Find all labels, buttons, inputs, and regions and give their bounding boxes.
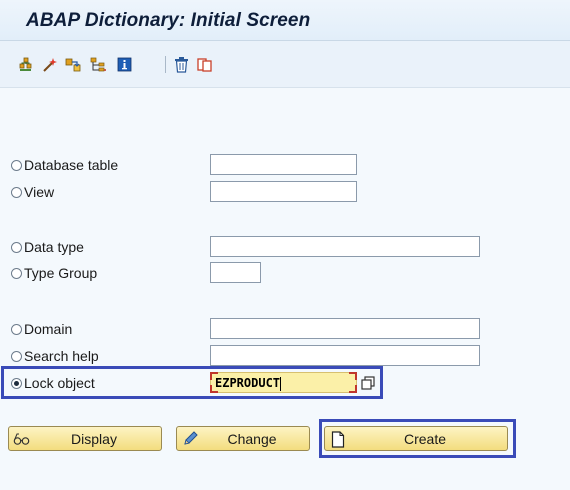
data-type-label: Data type <box>24 239 84 255</box>
domain-radio[interactable]: Domain <box>11 319 72 339</box>
radio-button[interactable] <box>11 350 22 362</box>
database-table-radio[interactable]: Database table <box>11 155 118 175</box>
create-button[interactable]: Create <box>324 426 508 451</box>
database-table-label: Database table <box>24 157 119 173</box>
text-cursor <box>280 376 282 391</box>
display-button[interactable]: Display <box>8 426 162 451</box>
domain-field[interactable] <box>210 318 480 339</box>
type-group-radio[interactable]: Type Group <box>11 263 97 283</box>
radio-button[interactable] <box>11 241 22 253</box>
object-list-icon[interactable] <box>17 55 35 73</box>
radio-button-selected[interactable] <box>11 377 22 389</box>
radio-button[interactable] <box>11 186 22 198</box>
required-marker <box>349 385 357 393</box>
where-used-icon[interactable] <box>64 55 82 73</box>
domain-label: Domain <box>24 321 73 337</box>
lock-object-radio[interactable]: Lock object <box>11 373 95 393</box>
create-button-label: Create <box>403 430 447 447</box>
database-table-field[interactable] <box>210 154 357 175</box>
type-group-field[interactable] <box>210 262 261 283</box>
required-marker <box>349 372 357 380</box>
view-radio[interactable]: View <box>11 182 54 202</box>
info-icon[interactable] <box>115 55 133 73</box>
lock-object-field[interactable]: EZPRODUCT <box>210 372 357 393</box>
radio-button[interactable] <box>11 267 22 279</box>
value-help-icon[interactable] <box>359 373 377 392</box>
search-help-radio[interactable]: Search help <box>11 346 99 366</box>
hierarchy-icon[interactable] <box>89 55 107 73</box>
view-label: View <box>24 184 55 200</box>
title-bar: ABAP Dictionary: Initial Screen <box>0 0 570 41</box>
data-type-field[interactable] <box>210 236 480 257</box>
type-group-label: Type Group <box>24 265 98 281</box>
radio-button[interactable] <box>11 323 22 335</box>
application-toolbar <box>0 41 570 88</box>
toolbar-separator <box>165 56 166 73</box>
change-button-label: Change <box>227 430 277 447</box>
data-type-radio[interactable]: Data type <box>11 237 84 257</box>
change-button[interactable]: Change <box>176 426 310 451</box>
magic-wand-icon[interactable] <box>40 55 58 73</box>
radio-button[interactable] <box>11 159 22 171</box>
copy-icon[interactable] <box>195 55 213 73</box>
window-title: ABAP Dictionary: Initial Screen <box>26 10 311 31</box>
display-button-label: Display <box>71 430 117 447</box>
required-marker <box>210 385 218 393</box>
search-help-field[interactable] <box>210 345 480 366</box>
search-help-label: Search help <box>24 348 99 364</box>
delete-icon[interactable] <box>172 55 190 73</box>
view-field[interactable] <box>210 181 357 202</box>
lock-object-label: Lock object <box>24 375 95 391</box>
lock-object-value: EZPRODUCT <box>215 376 281 390</box>
required-marker <box>210 372 218 380</box>
